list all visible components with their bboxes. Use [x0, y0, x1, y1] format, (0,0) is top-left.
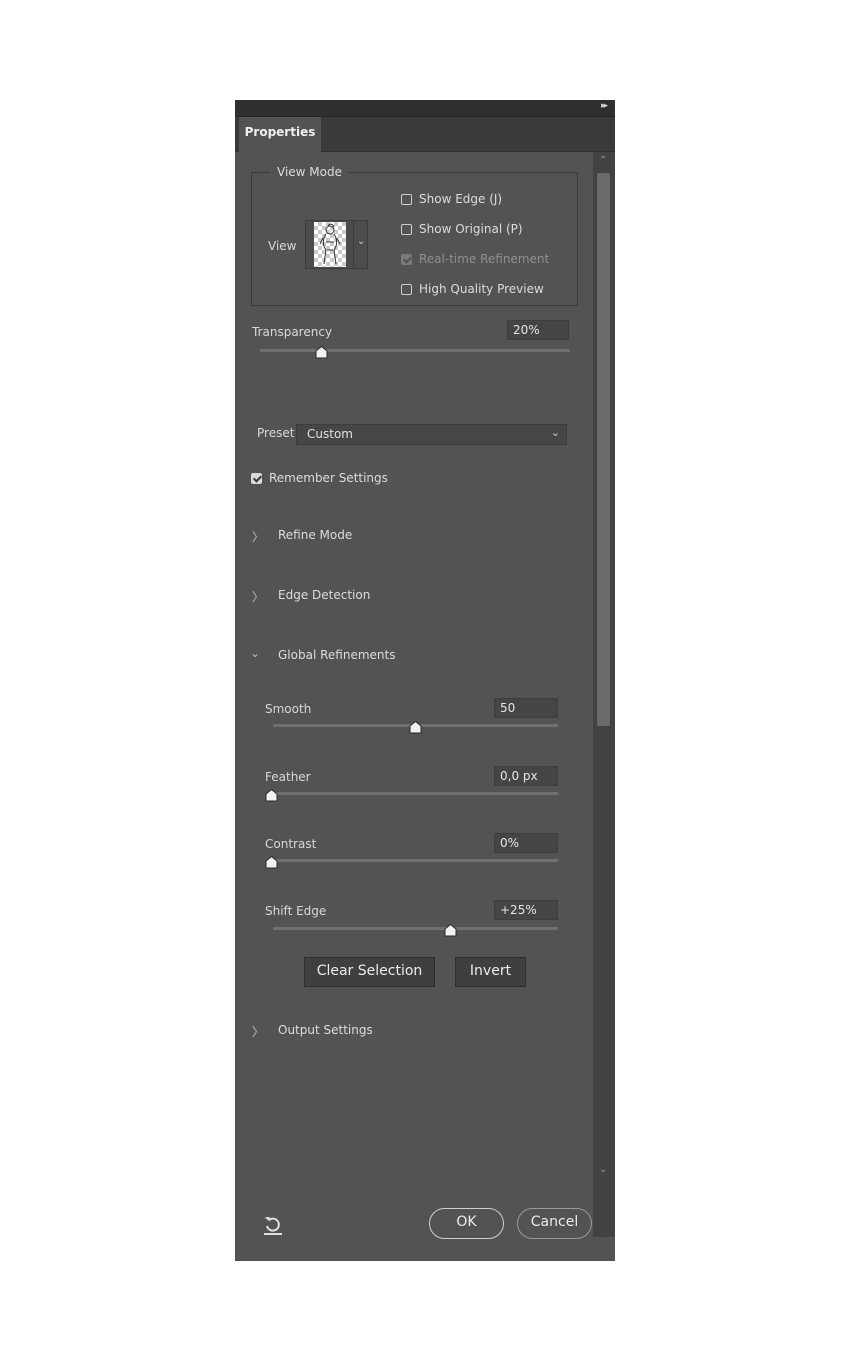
transparency-label: Transparency	[252, 325, 333, 339]
feather-input[interactable]: 0,0 px	[494, 766, 558, 786]
smooth-slider-handle[interactable]	[409, 721, 422, 734]
show-edge-label: Show Edge (J)	[419, 192, 503, 206]
shift-edge-slider-handle[interactable]	[444, 924, 457, 937]
realtime-refinement-checkbox	[401, 254, 412, 265]
preset-select[interactable]: Custom ⌄	[296, 424, 567, 445]
reset-icon[interactable]	[261, 1213, 285, 1237]
tab-properties[interactable]: Properties	[239, 117, 321, 152]
transparency-input[interactable]: 20%	[507, 320, 569, 340]
remember-settings-checkbox[interactable]	[251, 473, 262, 484]
feather-label: Feather	[265, 770, 311, 784]
scroll-down-icon[interactable]: ⌄	[599, 1164, 607, 1175]
transparency-slider-track[interactable]	[260, 349, 570, 352]
show-edge-checkbox[interactable]	[401, 194, 412, 205]
ok-button[interactable]: OK	[429, 1208, 504, 1239]
section-global-refinements[interactable]: Global Refinements	[278, 648, 395, 662]
preset-value: Custom	[307, 427, 353, 441]
view-label: View	[268, 239, 297, 253]
scrollbar-thumb[interactable]	[597, 173, 610, 726]
properties-panel: ▸▸ Properties View Mode View ⌄ Show Edge…	[235, 100, 615, 1261]
show-original-label: Show Original (P)	[419, 222, 523, 236]
cancel-button[interactable]: Cancel	[517, 1208, 592, 1239]
scroll-up-icon[interactable]: ⌃	[599, 155, 607, 166]
chevron-right-icon[interactable]: 〉	[252, 588, 264, 605]
section-refine-mode[interactable]: Refine Mode	[278, 528, 352, 542]
double-chevron-right-icon[interactable]: ▸▸	[601, 101, 608, 111]
show-original-checkbox[interactable]	[401, 224, 412, 235]
preset-label: Preset	[257, 426, 295, 440]
clear-selection-button[interactable]: Clear Selection	[304, 957, 435, 987]
figure-icon	[319, 223, 341, 265]
remember-settings-label: Remember Settings	[269, 471, 388, 485]
feather-slider-track[interactable]	[273, 792, 558, 795]
section-output-settings[interactable]: Output Settings	[278, 1023, 373, 1037]
view-mode-dropdown[interactable]: ⌄	[305, 220, 368, 269]
realtime-refinement-label: Real-time Refinement	[419, 252, 550, 266]
view-mode-legend: View Mode	[270, 165, 349, 179]
section-edge-detection[interactable]: Edge Detection	[278, 588, 370, 602]
high-quality-preview-checkbox[interactable]	[401, 284, 412, 295]
view-preview-thumbnail	[314, 222, 346, 267]
chevron-down-icon: ⌄	[550, 426, 560, 439]
smooth-label: Smooth	[265, 702, 312, 716]
shift-edge-slider-track[interactable]	[273, 927, 558, 930]
contrast-slider-handle[interactable]	[265, 856, 278, 869]
shift-edge-input[interactable]: +25%	[494, 900, 558, 920]
feather-slider-handle[interactable]	[265, 789, 278, 802]
dropdown-divider	[353, 221, 354, 268]
tab-bar: Properties	[235, 117, 615, 152]
chevron-right-icon[interactable]: 〉	[252, 1023, 264, 1040]
smooth-input[interactable]: 50	[494, 698, 558, 718]
shift-edge-label: Shift Edge	[265, 904, 327, 918]
invert-button[interactable]: Invert	[455, 957, 526, 987]
contrast-slider-track[interactable]	[273, 859, 558, 862]
panel-header: ▸▸	[235, 100, 615, 117]
high-quality-preview-label: High Quality Preview	[419, 282, 544, 296]
transparency-slider-handle[interactable]	[315, 346, 328, 359]
contrast-input[interactable]: 0%	[494, 833, 558, 853]
chevron-down-icon[interactable]: ⌄	[357, 236, 365, 247]
contrast-label: Contrast	[265, 837, 317, 851]
chevron-down-icon[interactable]: ⌄	[250, 646, 260, 660]
chevron-right-icon[interactable]: 〉	[252, 528, 264, 545]
